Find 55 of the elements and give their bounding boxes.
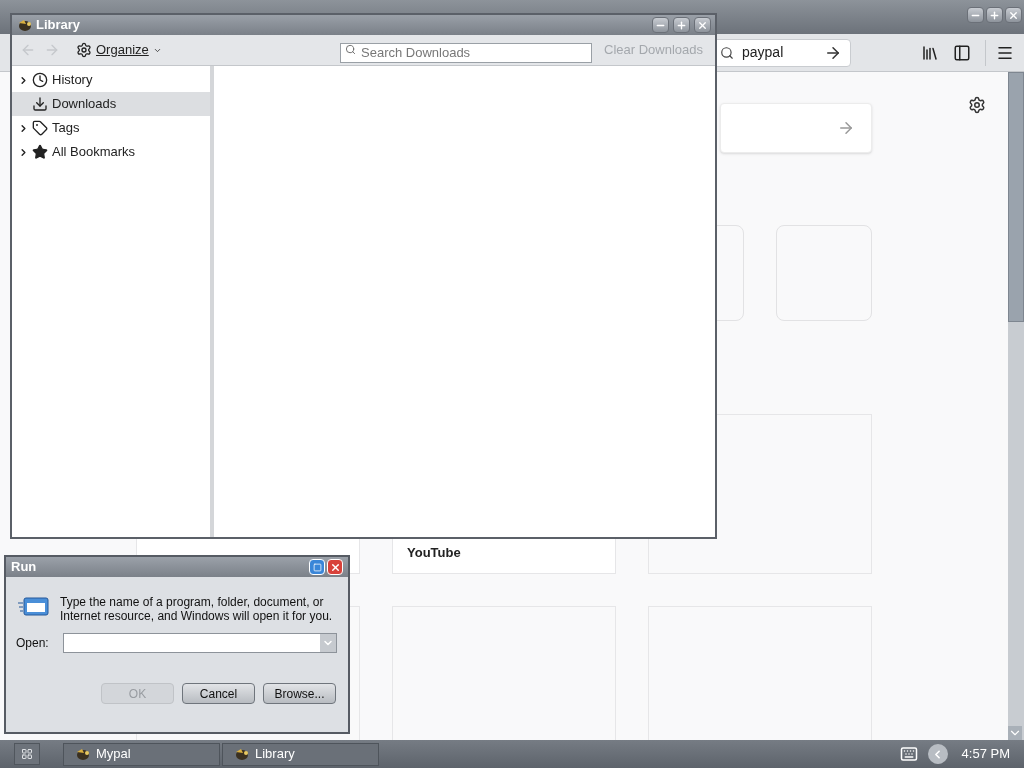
close-button[interactable] bbox=[1005, 7, 1022, 23]
plus-icon bbox=[676, 19, 687, 31]
arrow-icon bbox=[837, 119, 855, 137]
star-icon bbox=[32, 144, 48, 160]
sidebar-label: History bbox=[52, 71, 93, 90]
url-text: paypal bbox=[742, 43, 785, 62]
app-icon bbox=[233, 747, 249, 761]
dialog-button[interactable]: Cancel bbox=[182, 683, 255, 704]
help-button[interactable] bbox=[309, 559, 325, 575]
gear-icon bbox=[76, 42, 92, 58]
dialog-button[interactable]: Browse... bbox=[263, 683, 336, 704]
search-icon bbox=[720, 45, 734, 60]
download-icon bbox=[32, 96, 48, 112]
sidebar-item[interactable]: All Bookmarks bbox=[12, 140, 210, 164]
tag-icon bbox=[32, 120, 48, 136]
taskbar-button[interactable]: Mypal bbox=[63, 742, 220, 766]
plus-icon bbox=[989, 9, 1000, 21]
card-title: YouTube bbox=[407, 544, 462, 562]
clock-icon bbox=[32, 72, 48, 88]
clock: 4:57 PM bbox=[961, 745, 1010, 764]
start-button[interactable] bbox=[14, 743, 40, 765]
grid-icon bbox=[21, 748, 33, 760]
sidebar-label: Tags bbox=[52, 119, 80, 138]
app-icon bbox=[16, 18, 32, 32]
sidebar-icon[interactable] bbox=[953, 43, 971, 62]
minimize-button[interactable] bbox=[967, 7, 984, 23]
sidebar-item[interactable]: History bbox=[12, 68, 210, 92]
tray-expand-button[interactable] bbox=[927, 744, 948, 764]
keyboard-icon[interactable] bbox=[899, 745, 918, 763]
organize-button[interactable]: Organize bbox=[76, 40, 162, 60]
run-icon bbox=[18, 595, 50, 617]
scrollbar-thumb[interactable] bbox=[1008, 72, 1024, 322]
dialog-title: Run bbox=[11, 558, 38, 577]
maximize-button[interactable] bbox=[673, 17, 690, 33]
minimize-button[interactable] bbox=[652, 17, 669, 33]
open-label: Open: bbox=[16, 635, 49, 652]
dialog-message: Type the name of a program, folder, document, or Internet resource, and Windows will open it for you. bbox=[60, 595, 334, 623]
search-icon bbox=[345, 44, 356, 55]
taskbar-button[interactable]: Library bbox=[222, 742, 379, 766]
sidebar-label: All Bookmarks bbox=[52, 143, 136, 162]
search-field[interactable]: Search Downloads bbox=[340, 42, 592, 63]
window-title: Library bbox=[36, 16, 82, 35]
open-combo-box[interactable] bbox=[62, 633, 337, 653]
sidebar-item[interactable]: Tags bbox=[12, 116, 210, 140]
sidebar-item[interactable]: Downloads bbox=[12, 92, 210, 116]
square-icon bbox=[312, 562, 322, 572]
settings-icon[interactable] bbox=[968, 96, 986, 114]
sidebar-label: Downloads bbox=[52, 95, 117, 114]
close-icon bbox=[329, 561, 341, 573]
maximize-button[interactable] bbox=[986, 7, 1003, 23]
close-button[interactable] bbox=[694, 17, 711, 33]
app-icon bbox=[74, 747, 90, 761]
close-icon bbox=[697, 19, 708, 31]
library-icon[interactable] bbox=[921, 43, 939, 62]
close-icon bbox=[1008, 9, 1019, 21]
